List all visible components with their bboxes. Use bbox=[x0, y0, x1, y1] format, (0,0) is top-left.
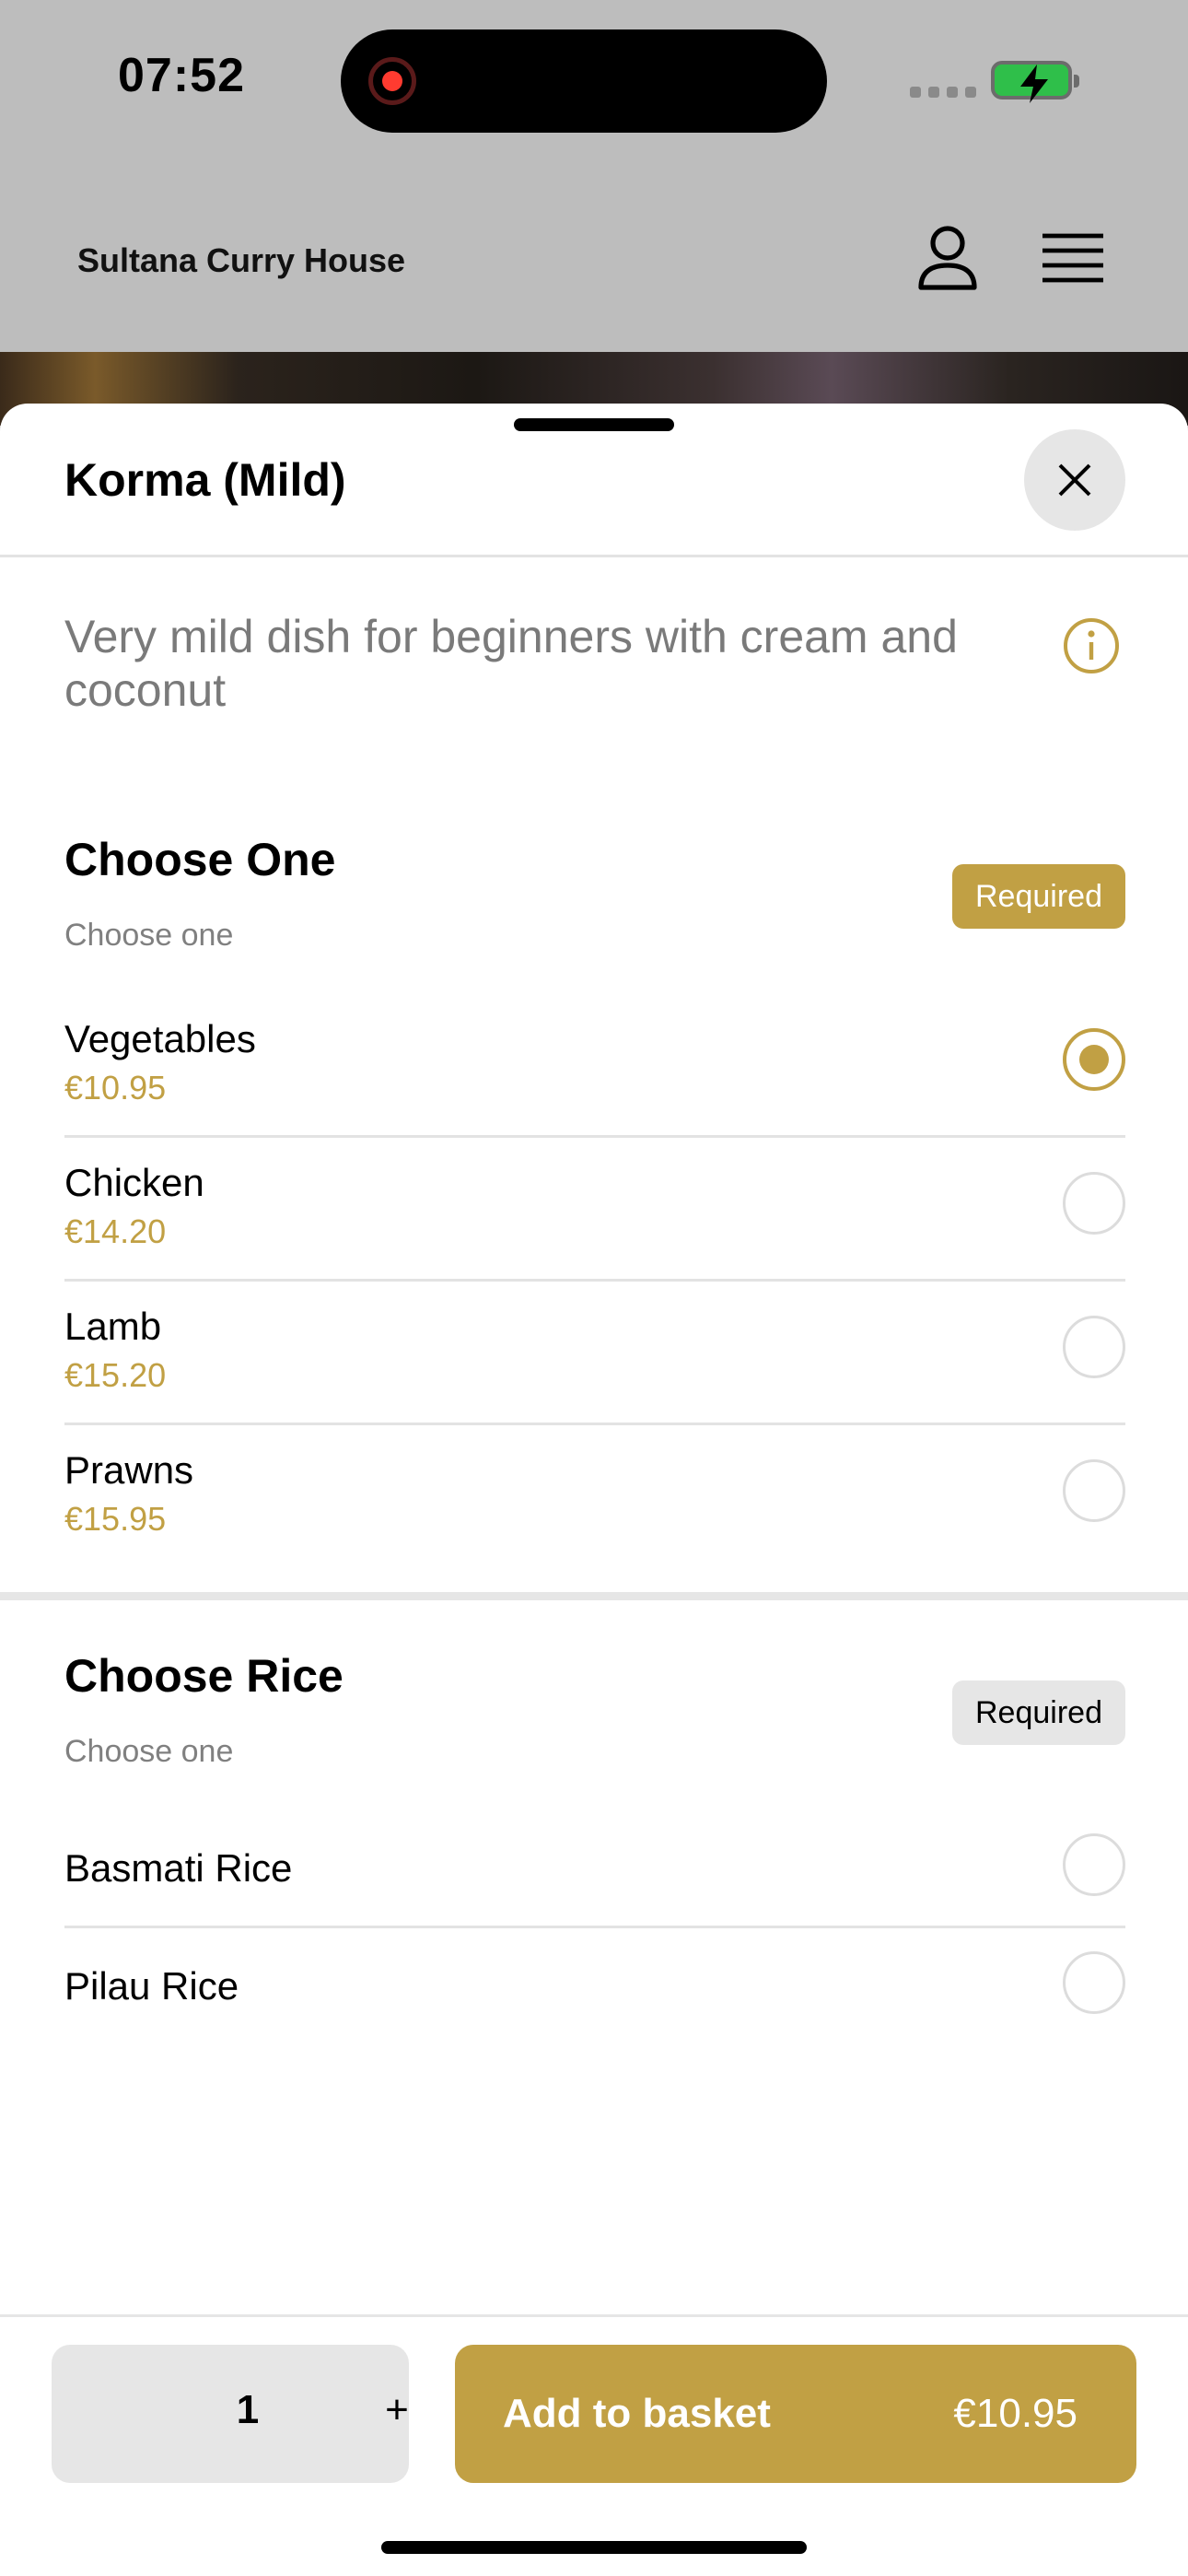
option-name: Basmati Rice bbox=[64, 1846, 293, 1890]
option-name: Chicken bbox=[64, 1161, 204, 1204]
section-subtitle: Choose one bbox=[64, 1734, 234, 1769]
app-header: Sultana Curry House bbox=[0, 166, 1188, 352]
divider bbox=[0, 555, 1188, 557]
option-basmati-rice[interactable]: Basmati Rice bbox=[64, 1833, 1125, 1926]
option-name: Vegetables bbox=[64, 1017, 256, 1060]
quantity-value: 1 bbox=[236, 2387, 260, 2432]
footer-bar: 1 + Add to basket €10.95 bbox=[0, 2314, 1188, 2576]
status-bar: 07:52 bbox=[0, 0, 1188, 166]
dynamic-island bbox=[341, 29, 827, 133]
radio-button[interactable] bbox=[1063, 1172, 1125, 1235]
divider bbox=[64, 1926, 1125, 1928]
option-lamb[interactable]: Lamb €15.20 bbox=[64, 1305, 1125, 1435]
item-description: Very mild dish for beginners with cream … bbox=[64, 611, 958, 716]
option-prawns[interactable]: Prawns €15.95 bbox=[64, 1448, 1125, 1579]
quantity-stepper[interactable]: 1 + bbox=[52, 2345, 409, 2483]
option-vegetables[interactable]: Vegetables €10.95 bbox=[64, 1017, 1125, 1148]
divider bbox=[64, 1279, 1125, 1282]
option-chicken[interactable]: Chicken €14.20 bbox=[64, 1161, 1125, 1292]
section-title: Choose One bbox=[64, 834, 336, 885]
sheet-grabber[interactable] bbox=[514, 418, 674, 431]
add-to-basket-label: Add to basket bbox=[503, 2391, 771, 2436]
option-price: €14.20 bbox=[64, 1212, 167, 1250]
section-subtitle: Choose one bbox=[64, 918, 234, 953]
home-indicator[interactable] bbox=[381, 2541, 807, 2554]
add-to-basket-price: €10.95 bbox=[953, 2391, 1077, 2436]
status-time: 07:52 bbox=[118, 49, 245, 102]
increment-button[interactable]: + bbox=[365, 2387, 429, 2433]
section-divider bbox=[0, 1592, 1188, 1600]
option-price: €10.95 bbox=[64, 1069, 167, 1107]
option-name: Pilau Rice bbox=[64, 1964, 239, 2008]
close-icon bbox=[1058, 463, 1091, 497]
radio-button[interactable] bbox=[1063, 1028, 1125, 1091]
radio-button[interactable] bbox=[1063, 1316, 1125, 1378]
item-options-sheet: Korma (Mild) Very mild dish for beginner… bbox=[0, 404, 1188, 2576]
battery-icon bbox=[991, 61, 1079, 103]
option-price: €15.20 bbox=[64, 1356, 167, 1394]
recording-icon bbox=[368, 57, 416, 105]
section-title: Choose Rice bbox=[64, 1650, 344, 1702]
divider bbox=[64, 1135, 1125, 1138]
user-icon[interactable] bbox=[917, 225, 978, 291]
required-badge: Required bbox=[952, 864, 1125, 929]
option-name: Lamb bbox=[64, 1305, 162, 1348]
radio-button[interactable] bbox=[1063, 1833, 1125, 1896]
add-to-basket-button[interactable]: Add to basket €10.95 bbox=[455, 2345, 1136, 2483]
radio-button[interactable] bbox=[1063, 1459, 1125, 1522]
info-icon[interactable] bbox=[1063, 617, 1120, 674]
item-title: Korma (Mild) bbox=[64, 454, 346, 506]
required-badge: Required bbox=[952, 1680, 1125, 1745]
app-title: Sultana Curry House bbox=[77, 241, 406, 279]
signal-icon bbox=[910, 87, 976, 98]
menu-icon[interactable] bbox=[1042, 232, 1103, 286]
radio-button[interactable] bbox=[1063, 1951, 1125, 2014]
option-pilau-rice[interactable]: Pilau Rice bbox=[64, 1951, 1125, 2043]
option-price: €15.95 bbox=[64, 1500, 167, 1538]
close-button[interactable] bbox=[1024, 429, 1125, 531]
divider bbox=[64, 1423, 1125, 1425]
option-name: Prawns bbox=[64, 1448, 194, 1492]
